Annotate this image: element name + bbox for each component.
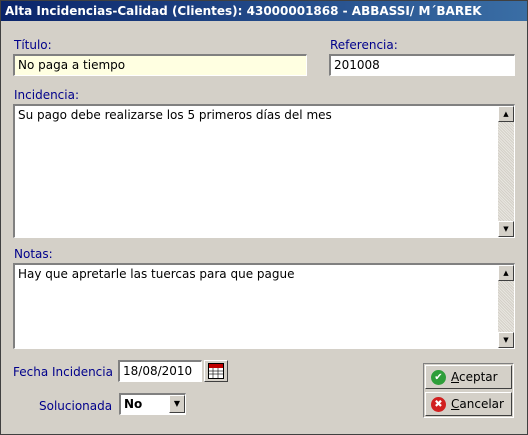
incidencia-scrollbar[interactable]: ▲ ▼ [498,106,514,237]
scroll-down-icon[interactable]: ▼ [498,221,514,237]
cancelar-button[interactable]: ✖ Cancelar [425,392,512,416]
incidencia-text: Su pago debe realizarse los 5 primeros d… [18,108,332,122]
solucionada-value: No [124,397,143,411]
titulo-input[interactable]: No paga a tiempo [13,54,307,76]
x-icon: ✖ [431,397,446,412]
notas-label: Notas: [14,247,53,261]
fecha-label: Fecha Incidencia [13,365,113,379]
check-icon: ✔ [431,370,446,385]
notas-scrollbar[interactable]: ▲ ▼ [498,265,514,348]
notas-textarea[interactable]: Hay que apretarle las tuercas para que p… [13,263,515,349]
dialog-window: Alta Incidencias-Calidad (Clientes): 430… [0,0,528,435]
titulo-label: Título: [14,38,52,52]
aceptar-label: Aceptar [451,370,498,384]
incidencia-textarea[interactable]: Su pago debe realizarse los 5 primeros d… [13,104,515,238]
notas-text: Hay que apretarle las tuercas para que p… [18,267,295,281]
calendar-icon [208,363,224,379]
referencia-label: Referencia: [330,38,398,52]
cancelar-label: Cancelar [451,397,504,411]
calendar-button[interactable] [204,360,228,382]
window-title: Alta Incidencias-Calidad (Clientes): 430… [1,1,527,21]
incidencia-label: Incidencia: [14,88,80,102]
solucionada-label: Solucionada [39,399,113,413]
scroll-up-icon[interactable]: ▲ [498,265,514,281]
aceptar-button[interactable]: ✔ Aceptar [425,365,512,389]
scroll-down-icon[interactable]: ▼ [498,332,514,348]
scroll-up-icon[interactable]: ▲ [498,106,514,122]
solucionada-select[interactable]: No ▼ [119,393,186,415]
fecha-input[interactable]: 18/08/2010 [118,360,202,382]
referencia-input[interactable]: 201008 [329,54,515,76]
chevron-down-icon[interactable]: ▼ [169,395,185,413]
